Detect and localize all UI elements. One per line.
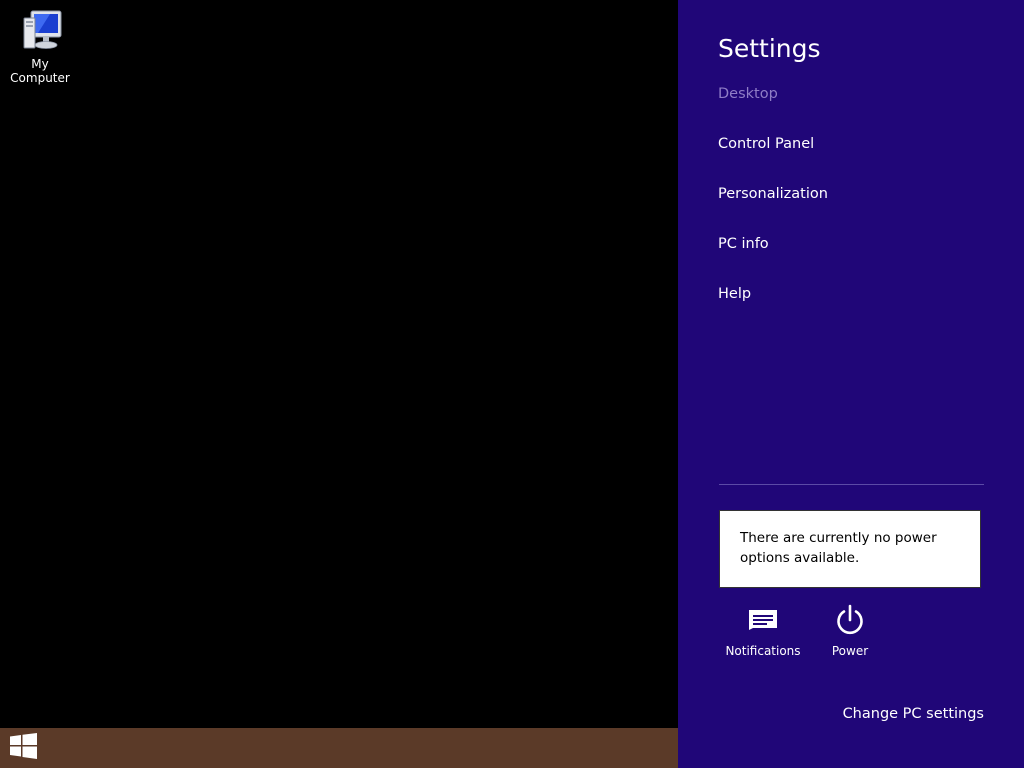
power-icon <box>835 604 865 640</box>
notifications-button[interactable]: Notifications <box>718 604 808 658</box>
power-label: Power <box>831 644 869 658</box>
start-button[interactable] <box>0 728 48 768</box>
windows-logo-icon <box>10 733 38 763</box>
notifications-label: Notifications <box>725 644 801 658</box>
desktop-icon-label: My Computer <box>10 57 70 85</box>
desktop-icon-my-computer[interactable]: My Computer <box>0 8 80 85</box>
charm-item-pc-info[interactable]: PC info <box>718 236 769 252</box>
charm-item-personalization[interactable]: Personalization <box>718 186 828 202</box>
charm-item-desktop: Desktop <box>718 86 778 102</box>
charm-divider <box>719 484 984 485</box>
desktop[interactable]: My Computer <box>0 0 678 768</box>
charm-item-control-panel[interactable]: Control Panel <box>718 136 814 152</box>
charm-item-help[interactable]: Help <box>718 286 751 302</box>
change-pc-settings-link[interactable]: Change PC settings <box>843 706 984 722</box>
my-computer-icon <box>0 8 80 52</box>
power-options-tooltip: There are currently no power options ava… <box>719 510 981 588</box>
notifications-icon <box>748 609 778 635</box>
settings-title: Settings <box>718 34 821 63</box>
settings-charm-pane: Settings Desktop Control Panel Personali… <box>678 0 1024 768</box>
taskbar <box>0 728 678 768</box>
power-button[interactable]: Power <box>805 604 895 658</box>
